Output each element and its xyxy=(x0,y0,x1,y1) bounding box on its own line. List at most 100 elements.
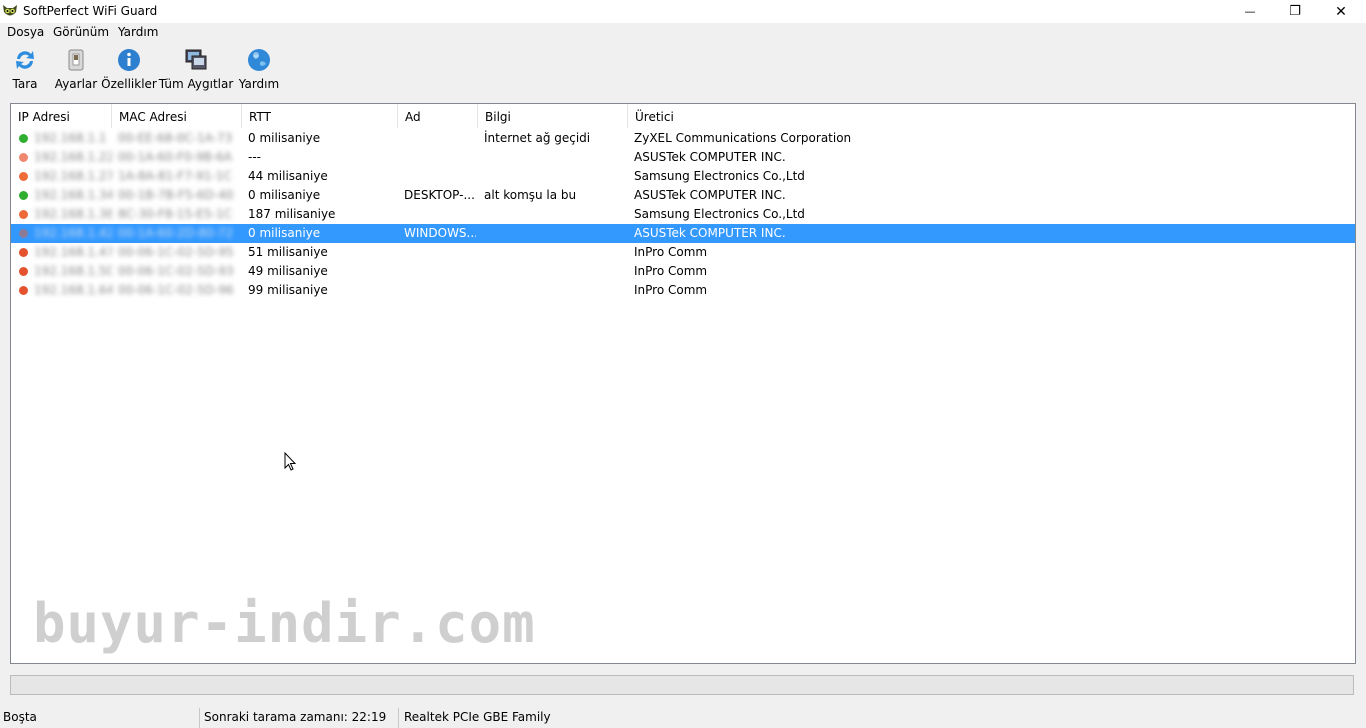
cell-rtt: --- xyxy=(248,150,261,164)
cell-vendor: ASUSTek COMPUTER INC. xyxy=(634,188,786,202)
cell-mac: 00-1B-7B-F5-6D-40 xyxy=(118,188,234,202)
cell-info xyxy=(484,224,624,243)
column-header-vendor[interactable]: Üretici xyxy=(628,104,1355,128)
cell-name xyxy=(404,167,476,186)
cell-info xyxy=(484,205,624,224)
cell-ip: 192.168.1.64 xyxy=(34,283,112,297)
menu-help[interactable]: Yardım xyxy=(118,25,158,39)
title-bar: SoftPerfect WiFi Guard — ❐ ✕ xyxy=(0,0,1366,23)
close-button[interactable]: ✕ xyxy=(1318,0,1364,23)
cell-name xyxy=(404,262,476,281)
cell-vendor: ASUSTek COMPUTER INC. xyxy=(634,226,786,240)
table-row[interactable]: 192.168.1.50 00-06-1C-02-5D-93 49 milisani… xyxy=(11,262,1355,281)
cell-rtt: 99 milisaniye xyxy=(248,283,328,297)
devices-icon xyxy=(185,49,207,70)
table-row[interactable]: 192.168.1.42 00-1A-60-2D-80-72 0 milisaniy… xyxy=(11,224,1355,243)
cell-info xyxy=(484,281,624,300)
column-header-rtt[interactable]: RTT xyxy=(242,104,398,128)
all-devices-button[interactable]: Tüm Aygıtlar xyxy=(158,46,234,92)
cell-mac: 00-06-1C-02-5D-95 xyxy=(118,245,234,259)
properties-button[interactable]: Özellikler xyxy=(101,46,157,92)
status-dot-icon xyxy=(19,267,28,276)
cell-rtt: 0 milisaniye xyxy=(248,226,321,240)
status-dot-icon xyxy=(19,172,28,181)
table-row[interactable]: 192.168.1.38 8C-30-F8-15-E5-1C 187 milisan… xyxy=(11,205,1355,224)
minimize-button[interactable]: — xyxy=(1227,0,1273,23)
table-row[interactable]: 192.168.1.27 1A-8A-81-F7-91-1C 44 milisani… xyxy=(11,167,1355,186)
settings-label: Ayarlar xyxy=(54,77,98,91)
status-next-scan: Sonraki tarama zamanı: 22:19 xyxy=(204,710,387,724)
settings-button[interactable]: Ayarlar xyxy=(55,46,97,92)
cell-mac: 00-06-1C-02-5D-96 xyxy=(118,283,234,297)
cell-ip: 192.168.1.27 xyxy=(34,169,112,183)
cell-mac: 00-1A-60-F0-9B-6A xyxy=(118,150,233,164)
globe-help-icon xyxy=(248,49,270,71)
cell-rtt: 44 milisaniye xyxy=(248,169,328,183)
window-title: SoftPerfect WiFi Guard xyxy=(23,4,158,18)
watermark: buyur-indir.com xyxy=(33,592,536,655)
refresh-icon xyxy=(16,51,34,69)
status-dot-icon xyxy=(19,210,28,219)
status-dot-icon xyxy=(19,286,28,295)
cell-ip: 192.168.1.50 xyxy=(34,264,112,278)
cell-mac: 8C-30-F8-15-E5-1C xyxy=(118,207,232,221)
scan-progress-bar xyxy=(10,675,1354,695)
table-row[interactable]: 192.168.1.47 00-06-1C-02-5D-95 51 milisani… xyxy=(11,243,1355,262)
cell-name: WINDOWS... xyxy=(404,226,476,240)
cell-ip: 192.168.1.38 xyxy=(34,207,112,221)
cell-name xyxy=(404,205,476,224)
cell-info xyxy=(484,167,624,186)
cell-ip: 192.168.1.47 xyxy=(34,245,112,259)
status-dot-icon xyxy=(19,153,28,162)
table-row[interactable]: 192.168.1.34 00-1B-7B-F5-6D-40 0 milisaniy… xyxy=(11,186,1355,205)
all-devices-label: Tüm Aygıtlar xyxy=(158,77,234,91)
owl-app-icon xyxy=(3,5,17,16)
help-label: Yardım xyxy=(238,77,280,91)
scan-button[interactable]: Tara xyxy=(10,46,40,92)
cell-info xyxy=(484,262,624,281)
menu-view[interactable]: Görünüm xyxy=(53,25,109,39)
cell-name xyxy=(404,148,476,167)
cell-rtt: 0 milisaniye xyxy=(248,131,321,145)
cell-ip: 192.168.1.22 xyxy=(34,150,112,164)
cell-mac: 1A-8A-81-F7-91-1C xyxy=(118,169,232,183)
status-divider xyxy=(199,708,200,728)
cell-rtt: 187 milisaniye xyxy=(248,207,336,221)
mouse-cursor-icon xyxy=(284,452,297,471)
status-dot-icon xyxy=(19,248,28,257)
cell-info xyxy=(484,148,624,167)
cell-vendor: InPro Comm xyxy=(634,283,708,297)
column-header-name[interactable]: Ad xyxy=(398,104,478,128)
cell-name xyxy=(404,281,476,300)
cell-info: İnternet ağ geçidi xyxy=(484,131,591,145)
cell-mac: 00-EE-68-0C-1A-73 xyxy=(118,131,233,145)
cell-rtt: 51 milisaniye xyxy=(248,245,328,259)
column-header-ip[interactable]: IP Adresi xyxy=(11,104,112,128)
restore-button[interactable]: ❐ xyxy=(1272,0,1318,23)
cell-mac: 00-06-1C-02-5D-93 xyxy=(118,264,234,278)
cell-rtt: 0 milisaniye xyxy=(248,188,321,202)
help-button[interactable]: Yardım xyxy=(238,46,280,92)
switch-icon xyxy=(68,49,84,71)
cell-vendor: Samsung Electronics Co.,Ltd xyxy=(634,169,805,183)
column-header-mac[interactable]: MAC Adresi xyxy=(112,104,242,128)
cell-name xyxy=(404,243,476,262)
cell-vendor: InPro Comm xyxy=(634,245,708,259)
table-row[interactable]: 192.168.1.22 00-1A-60-F0-9B-6A --- ASUSTek … xyxy=(11,148,1355,167)
cell-ip: 192.168.1.34 xyxy=(34,188,112,202)
cell-ip: 192.168.1.42 xyxy=(34,226,112,240)
device-list[interactable]: IP Adresi MAC Adresi RTT Ad Bilgi Üretic… xyxy=(10,103,1356,664)
properties-label: Özellikler xyxy=(101,77,157,91)
close-icon: ✕ xyxy=(1335,3,1347,20)
cell-vendor: InPro Comm xyxy=(634,264,708,278)
status-state: Boşta xyxy=(3,710,37,724)
menu-bar: Dosya Görünüm Yardım xyxy=(0,23,1366,42)
cell-ip: 192.168.1.1 xyxy=(34,131,107,145)
column-header-info[interactable]: Bilgi xyxy=(478,104,628,128)
cell-rtt: 49 milisaniye xyxy=(248,264,328,278)
status-dot-icon xyxy=(19,229,28,238)
table-row[interactable]: 192.168.1.1 00-EE-68-0C-1A-73 0 milisaniye… xyxy=(11,129,1355,148)
table-row[interactable]: 192.168.1.64 00-06-1C-02-5D-96 99 milisani… xyxy=(11,281,1355,300)
status-dot-icon xyxy=(19,191,28,200)
menu-file[interactable]: Dosya xyxy=(7,25,44,39)
